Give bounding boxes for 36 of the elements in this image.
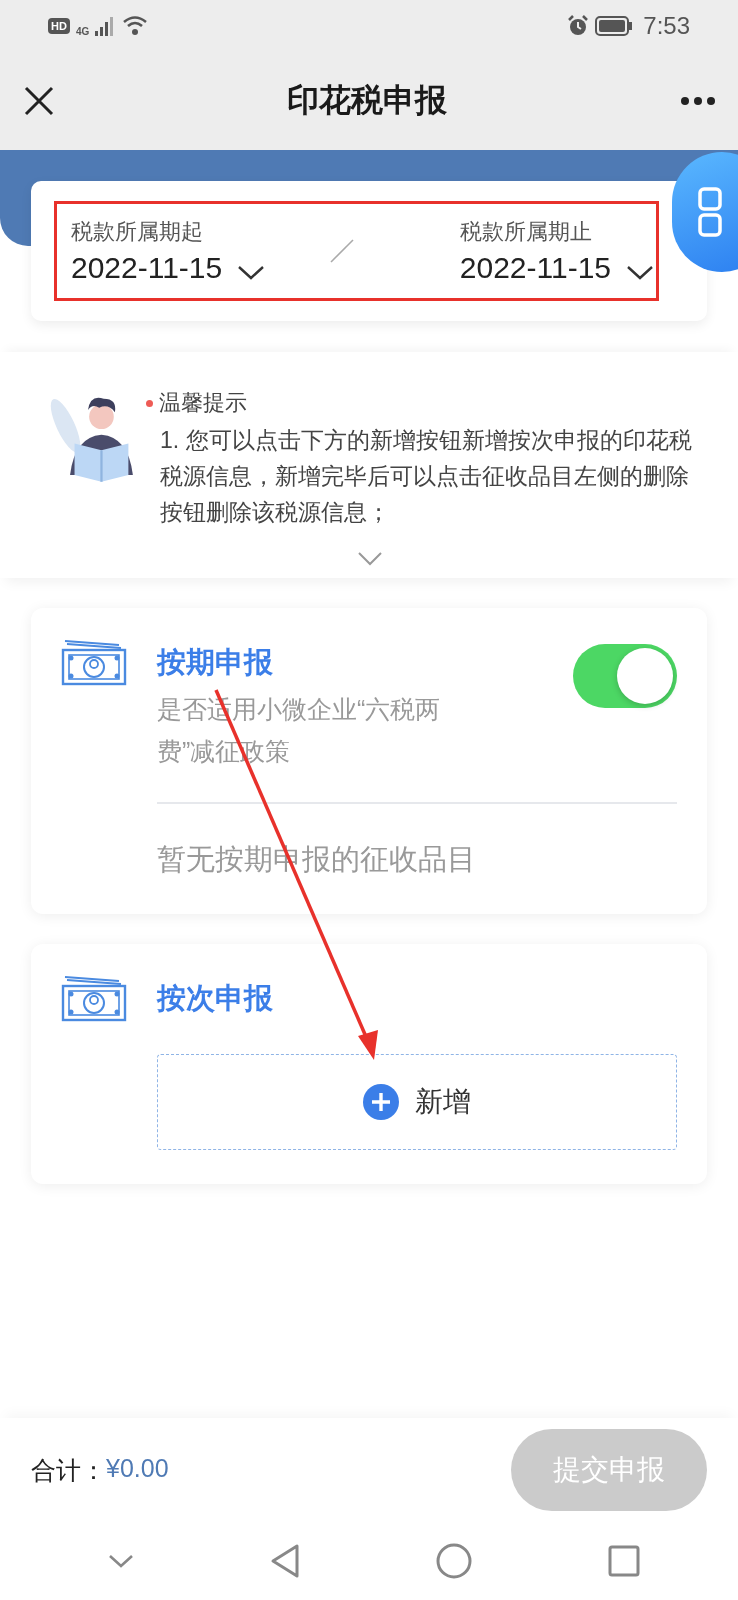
- total-amount: ¥0.00: [106, 1453, 169, 1484]
- separator-slash-icon: [330, 239, 354, 263]
- banknote-icon: [61, 974, 127, 1022]
- battery-icon: [595, 16, 634, 36]
- close-icon: [24, 86, 54, 116]
- start-date-picker[interactable]: 2022-11-15: [71, 251, 265, 285]
- status-time: 7:53: [643, 12, 690, 40]
- policy-toggle[interactable]: [573, 644, 677, 708]
- section-title: 按期申报: [157, 645, 273, 680]
- end-date-picker[interactable]: 2022-11-15: [459, 251, 653, 285]
- network-label: 4G: [75, 25, 90, 37]
- expand-button[interactable]: [358, 552, 382, 566]
- alarm-icon: [567, 15, 590, 37]
- hide-keyboard-icon[interactable]: [108, 1553, 134, 1569]
- start-date-label: 税款所属期起: [71, 218, 204, 246]
- chevron-down-icon: [627, 266, 653, 280]
- close-button[interactable]: [24, 86, 54, 116]
- total-label: 合计：: [31, 1454, 106, 1486]
- tip-title: 温馨提示: [159, 389, 247, 417]
- more-icon: [680, 96, 716, 106]
- hd-badge: HD: [48, 18, 70, 34]
- status-dot: [146, 399, 153, 407]
- more-button[interactable]: [680, 96, 716, 106]
- page-title: 印花税申报: [287, 81, 447, 120]
- chevron-down-icon: [358, 552, 382, 566]
- back-icon[interactable]: [270, 1543, 300, 1579]
- add-button[interactable]: 新增: [157, 1054, 677, 1150]
- tip-text: 1. 您可以点击下方的新增按钮新增按次申报的印花税税源信息，新增完毕后可以点击征收品目左侧的删除按钮删除该税源信息；: [160, 426, 693, 527]
- section-title: 按次申报: [157, 981, 273, 1016]
- end-date-label: 税款所属期止: [459, 218, 593, 246]
- plus-circle-icon: [363, 1084, 399, 1120]
- chevron-down-icon: [238, 266, 265, 280]
- home-icon[interactable]: [436, 1543, 472, 1579]
- banknote-icon: [61, 638, 127, 686]
- grid-icon: [698, 187, 722, 237]
- recents-icon[interactable]: [608, 1545, 640, 1577]
